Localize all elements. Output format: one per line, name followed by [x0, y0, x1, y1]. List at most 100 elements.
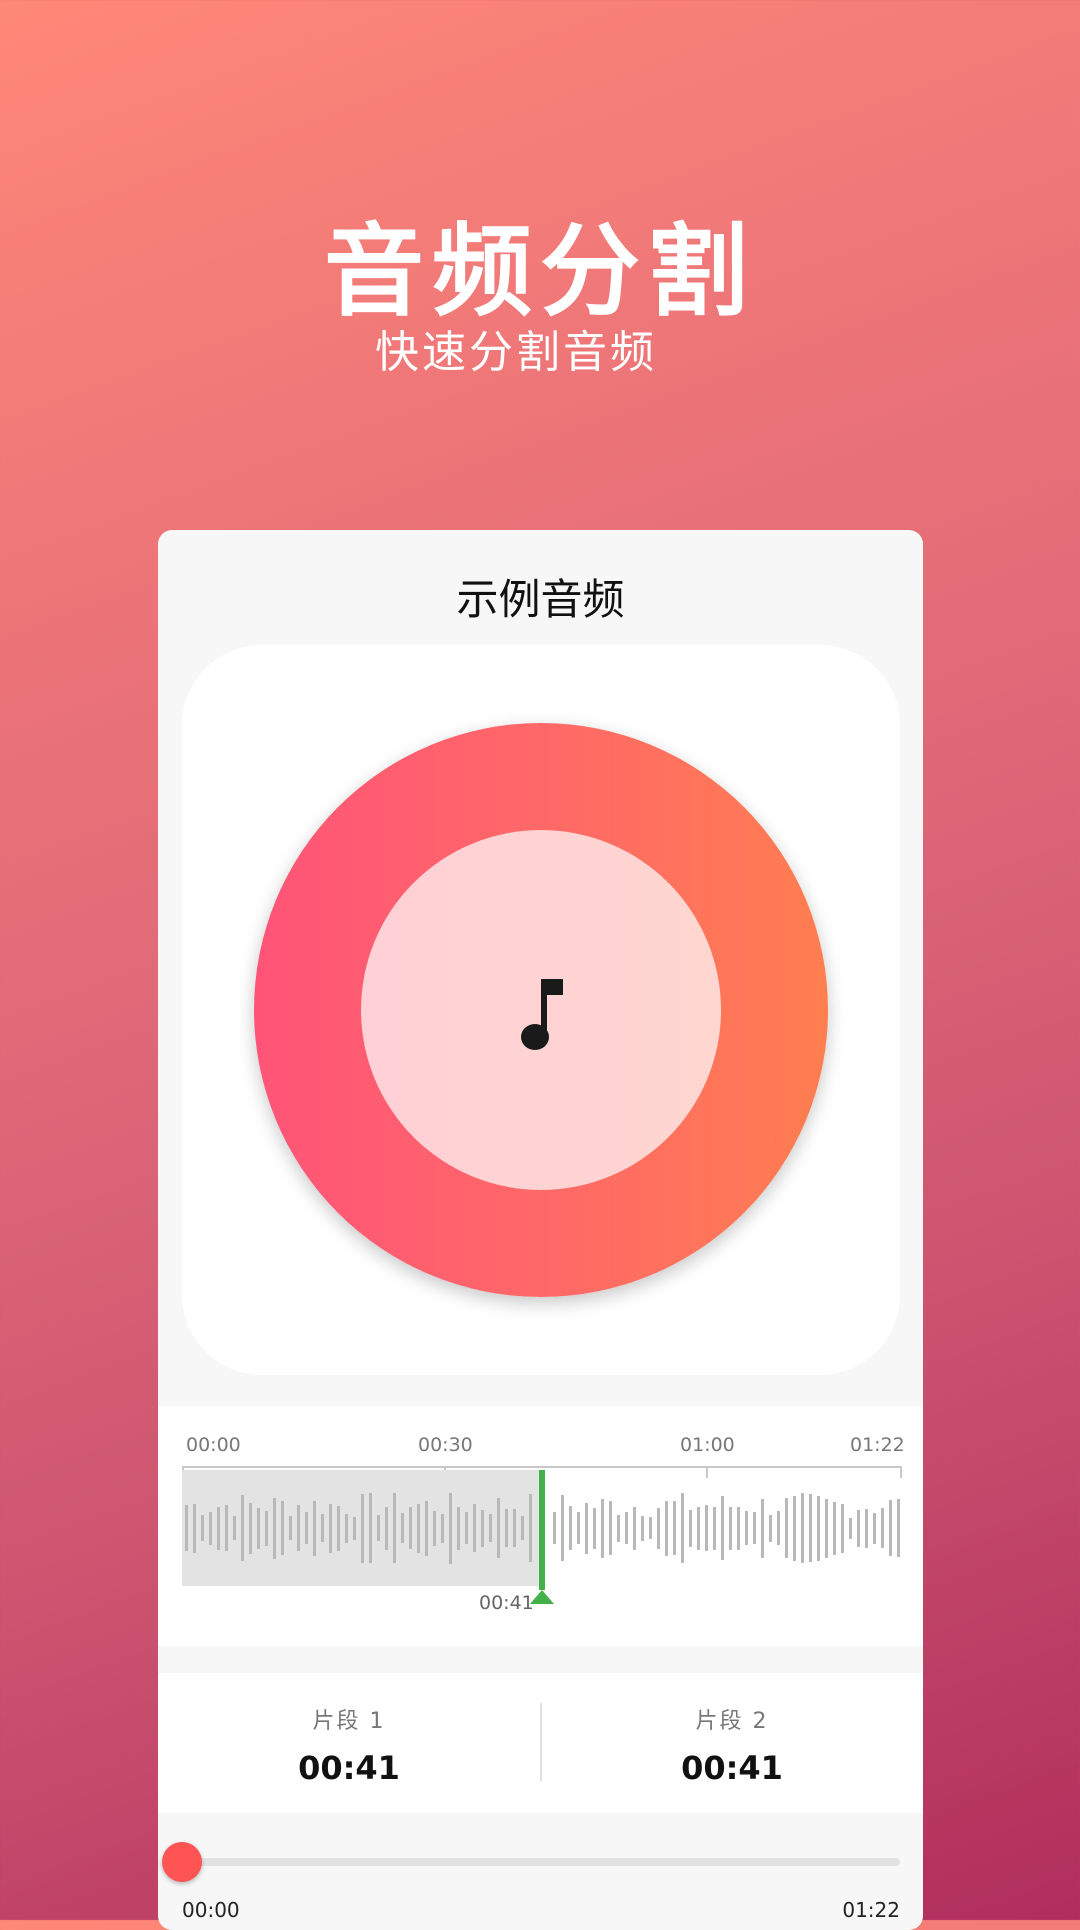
waveform-bar — [225, 1505, 228, 1551]
waveform-bar — [809, 1494, 812, 1562]
waveform-bar — [705, 1505, 708, 1551]
waveform-bar — [761, 1499, 764, 1558]
segment-summary: 片段 1 00:41 片段 2 00:41 — [158, 1673, 923, 1813]
waveform-bar — [217, 1507, 220, 1550]
waveform-bar — [881, 1508, 884, 1548]
waveform-bar — [329, 1504, 332, 1553]
card-title: 示例音频 — [456, 575, 625, 624]
waveform-bar — [841, 1504, 844, 1553]
waveform-bar — [777, 1511, 780, 1545]
waveform-bar — [185, 1505, 188, 1551]
waveform-bar — [297, 1505, 300, 1551]
waveform-bar — [313, 1501, 316, 1556]
waveform-bar — [833, 1502, 836, 1555]
playback-slider-thumb[interactable] — [162, 1842, 202, 1882]
disc-center — [361, 830, 721, 1190]
waveform-bar — [569, 1506, 572, 1550]
cursor-time-label: 00:41 — [479, 1592, 534, 1614]
waveform-bar — [289, 1516, 292, 1540]
tick-label: 00:30 — [418, 1434, 473, 1456]
waveform-bar — [465, 1512, 468, 1544]
waveform-bar — [577, 1512, 580, 1544]
waveform-bar — [273, 1498, 276, 1559]
waveform-bar — [401, 1513, 404, 1543]
waveform-bar — [897, 1499, 900, 1557]
waveform-bar — [713, 1507, 716, 1550]
waveform-bar — [585, 1503, 588, 1554]
playback-slider[interactable] — [182, 1858, 900, 1866]
waveform-bar — [633, 1507, 636, 1550]
waveform-bar — [281, 1501, 284, 1555]
split-cursor[interactable] — [539, 1470, 545, 1590]
waveform-bar — [513, 1509, 516, 1547]
waveform-bar — [441, 1514, 444, 1543]
segment-duration: 00:41 — [681, 1749, 783, 1787]
waveform-bar — [257, 1508, 260, 1549]
waveform-bar — [769, 1515, 772, 1542]
waveform-bar — [641, 1516, 644, 1541]
waveform-bar — [193, 1504, 196, 1553]
current-time: 00:00 — [182, 1898, 240, 1922]
waveform-bar — [305, 1512, 308, 1544]
waveform-bar — [481, 1510, 484, 1547]
waveform-bar — [785, 1498, 788, 1558]
waveform-bar — [425, 1501, 428, 1556]
waveform-bar — [337, 1506, 340, 1551]
waveform-bar — [473, 1504, 476, 1552]
waveform-bar — [369, 1493, 372, 1563]
page-title: 音频分割 — [324, 213, 756, 330]
waveform-bar — [889, 1500, 892, 1556]
waveform-bar — [601, 1499, 604, 1558]
waveform-bar — [625, 1512, 628, 1544]
waveform-bar — [265, 1511, 268, 1546]
album-art-box — [182, 645, 900, 1375]
waveform-bar — [825, 1499, 828, 1558]
waveform-bar — [449, 1493, 452, 1564]
waveform-bar — [617, 1515, 620, 1542]
waveform-bar — [529, 1494, 532, 1562]
waveform-bar — [233, 1516, 236, 1540]
waveform-bar — [721, 1496, 724, 1560]
waveform-bar — [241, 1495, 244, 1561]
waveform-bar — [657, 1508, 660, 1549]
record-disc — [254, 723, 828, 1297]
waveform-bar — [249, 1503, 252, 1554]
demo-card: 示例音频 00:00 00:30 01:00 01:22 00:41 片段 1 … — [158, 530, 923, 1930]
tick-label: 00:00 — [186, 1434, 241, 1456]
waveform-bar — [361, 1494, 364, 1563]
waveform-bar — [649, 1517, 652, 1539]
waveform-bar — [553, 1512, 556, 1544]
waveform-bar — [561, 1495, 564, 1561]
page-subtitle: 快速分割音频 — [375, 327, 657, 378]
waveform-bar — [593, 1508, 596, 1549]
waveform-bar — [377, 1515, 380, 1541]
segment-2[interactable]: 片段 2 00:41 — [541, 1703, 923, 1787]
waveform-bar — [689, 1510, 692, 1547]
time-ruler — [182, 1466, 902, 1468]
waveform-timeline[interactable]: 00:00 00:30 01:00 01:22 00:41 — [158, 1406, 923, 1646]
waveform-bar — [505, 1509, 508, 1547]
total-time: 01:22 — [842, 1898, 900, 1922]
waveform-bar — [209, 1512, 212, 1545]
waveform-bar — [417, 1504, 420, 1553]
waveform-bar — [729, 1507, 732, 1550]
waveform-bar — [609, 1501, 612, 1555]
waveform-bar — [681, 1493, 684, 1563]
segment-label: 片段 2 — [695, 1709, 769, 1734]
waveform-bar — [497, 1498, 500, 1558]
waveform-bar — [697, 1507, 700, 1550]
waveform-bar — [201, 1515, 204, 1541]
waveform-bar — [745, 1511, 748, 1545]
waveform-bar — [345, 1514, 348, 1543]
waveform-bar — [801, 1493, 804, 1563]
segment-duration: 00:41 — [298, 1749, 400, 1787]
waveform-bar — [409, 1507, 412, 1549]
waveform-bar — [849, 1518, 852, 1539]
waveform-bar — [753, 1512, 756, 1544]
waveform-bar — [321, 1514, 324, 1542]
waveform-bar — [817, 1496, 820, 1561]
segment-1[interactable]: 片段 1 00:41 — [158, 1703, 540, 1787]
waveform-bar — [737, 1507, 740, 1550]
waveform-bar — [865, 1509, 868, 1548]
waveform-bar — [385, 1507, 388, 1550]
